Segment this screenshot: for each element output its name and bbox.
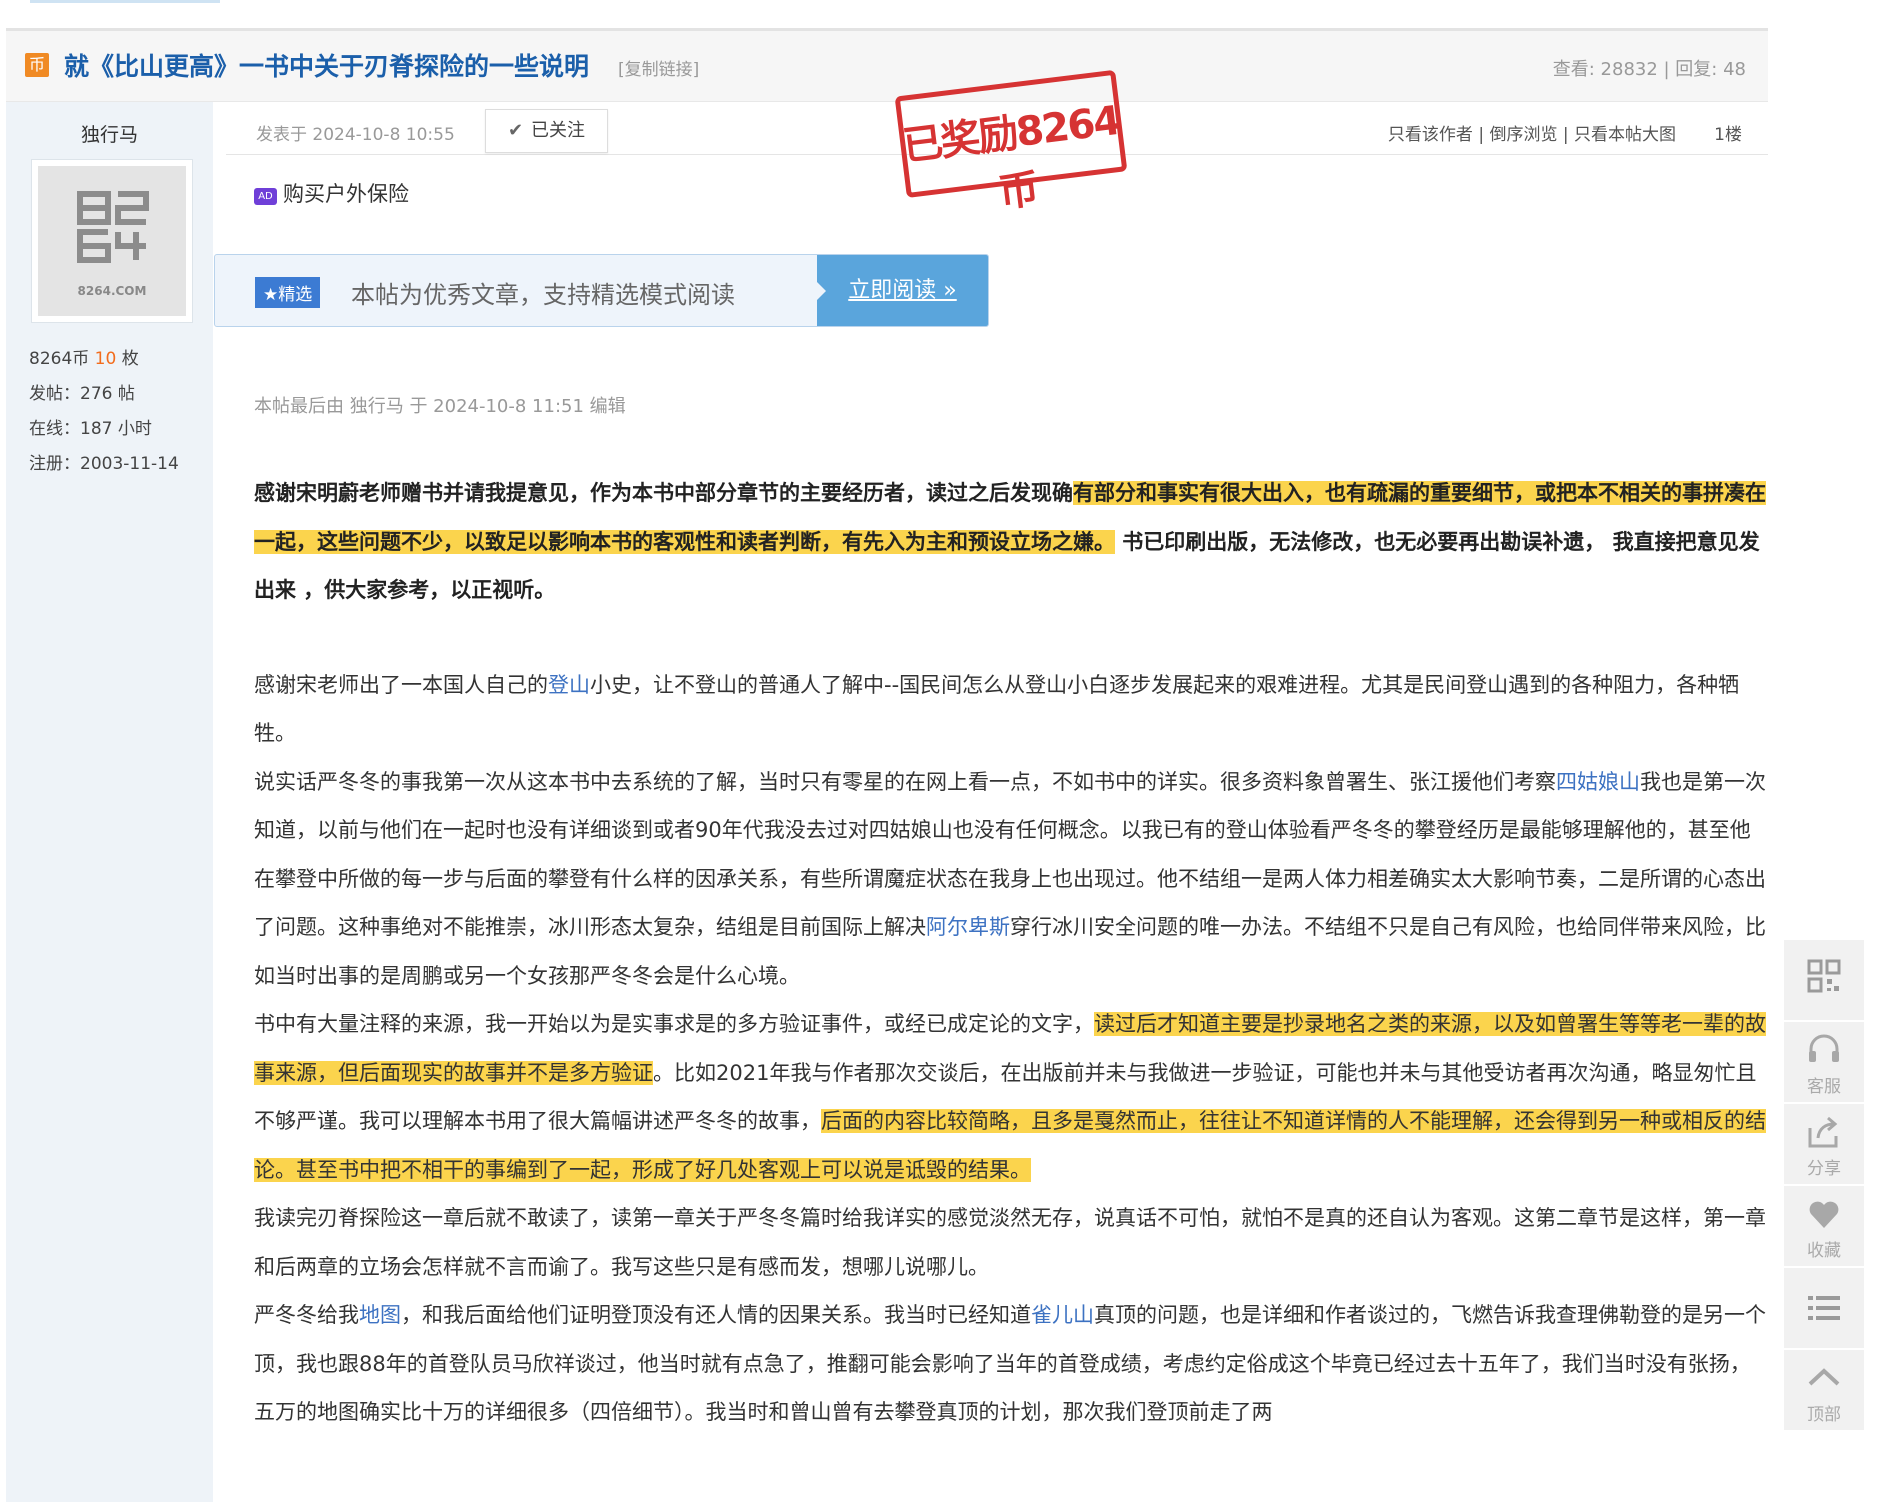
featured-text: 本帖为优秀文章，支持精选模式阅读 — [351, 281, 735, 309]
paragraph: 说实话严冬冬的事我第一次从这本书中去系统的了解，当时只有零星的在网上看一点，不如… — [254, 769, 1766, 988]
author-coins: 8264币 10 枚 — [29, 349, 139, 369]
author-registered: 注册：2003-11-14 — [29, 454, 179, 474]
featured-badge: ★精选 — [255, 277, 321, 308]
paragraph: 严冬冬给我地图，和我后面给他们证明登顶没有还人情的因果关系。我当时已经知道雀儿山… — [254, 1303, 1766, 1424]
read-button-notch — [817, 282, 826, 300]
top-label: 顶部 — [1807, 1405, 1841, 1425]
coin-icon: 币 — [25, 53, 49, 77]
favorite-button[interactable]: 收藏 — [1784, 1186, 1864, 1266]
coins-value: 10 — [94, 349, 117, 369]
keyword-link[interactable]: 地图 — [359, 1303, 401, 1327]
copy-link-button[interactable]: [复制链接] — [618, 55, 699, 80]
floor-number[interactable]: 1楼 — [1714, 120, 1742, 145]
avatar-placeholder: 8264.COM — [38, 166, 186, 316]
list-icon — [1808, 1296, 1840, 1320]
follow-button[interactable]: ✔ 已关注 — [485, 109, 608, 153]
back-to-top-button[interactable]: 顶部 — [1784, 1350, 1864, 1430]
author-sidebar: 独行马 8264.COM 8264币 10 枚 发帖：276 帖 在线：187 … — [6, 102, 213, 1502]
author-name[interactable]: 独行马 — [6, 120, 213, 147]
chevron-up-icon — [1808, 1368, 1840, 1386]
qr-code-button[interactable] — [1784, 940, 1864, 1020]
share-label: 分享 — [1807, 1159, 1841, 1179]
post-content: 感谢宋明蔚老师赠书并请我提意见，作为本书中部分章节的主要经历者，读过之后发现确有… — [254, 469, 1766, 1437]
thread-title[interactable]: 就《比山更高》一书中关于刃脊探险的一些说明 — [64, 47, 589, 83]
qr-code-icon — [1807, 959, 1841, 993]
thread-stats: 查看: 28832 | 回复: 48 — [1552, 59, 1746, 80]
favorite-label: 收藏 — [1807, 1241, 1841, 1261]
only-author-link[interactable]: 只看该作者 — [1388, 125, 1473, 145]
top-tab-indicator — [30, 0, 220, 3]
paragraph: 书中有大量注释的来源，我一开始以为是实事求是的多方验证事件，或经已成定论的文字，… — [254, 1012, 1766, 1182]
check-icon: ✔ — [507, 120, 524, 141]
share-button[interactable]: 分享 — [1784, 1104, 1864, 1184]
8264-logo-icon — [77, 191, 149, 263]
ad-badge: AD — [254, 188, 277, 205]
ad-text: 购买户外保险 — [283, 182, 409, 206]
paragraph: 感谢宋老师出了一本国人自己的登山小史，让不登山的普通人了解中--国民间怎么从登山… — [254, 672, 1740, 746]
follow-label: 已关注 — [531, 120, 586, 141]
post-date: 发表于 2024-10-8 10:55 — [256, 125, 455, 145]
author-online: 在线：187 小时 — [29, 419, 152, 439]
author-posts: 发帖：276 帖 — [29, 384, 135, 404]
edit-note: 本帖最后由 独行马 于 2024-10-8 11:51 编辑 — [254, 396, 626, 417]
keyword-link[interactable]: 雀儿山 — [1031, 1303, 1094, 1327]
reverse-order-link[interactable]: 倒序浏览 — [1489, 125, 1557, 145]
headset-icon — [1809, 1034, 1839, 1062]
keyword-link[interactable]: 阿尔卑斯 — [926, 915, 1010, 939]
post-view-links: 只看该作者 | 倒序浏览 | 只看本帖大图 — [1387, 125, 1676, 145]
keyword-link[interactable]: 四姑娘山 — [1556, 770, 1640, 794]
featured-banner: ★精选 本帖为优秀文章，支持精选模式阅读 立即阅读 » — [214, 254, 989, 327]
list-button[interactable] — [1784, 1268, 1864, 1348]
intro-paragraph: 感谢宋明蔚老师赠书并请我提意见，作为本书中部分章节的主要经历者，读过之后发现确有… — [254, 481, 1766, 602]
share-icon — [1808, 1116, 1838, 1148]
service-label: 客服 — [1807, 1077, 1841, 1097]
large-images-link[interactable]: 只看本帖大图 — [1574, 125, 1676, 145]
thread-header: 币 就《比山更高》一书中关于刃脊探险的一些说明 [复制链接] 查看: 28832… — [6, 31, 1768, 102]
paragraph: 我读完刃脊探险这一章后就不敢读了，读第一章关于严冬冬篇时给我详实的感觉淡然无存，… — [254, 1206, 1766, 1279]
author-stats: 8264币 10 枚 发帖：276 帖 在线：187 小时 注册：2003-11… — [29, 342, 179, 482]
avatar-caption: 8264.COM — [77, 284, 147, 298]
customer-service-button[interactable]: 客服 — [1784, 1022, 1864, 1102]
heart-icon — [1809, 1201, 1839, 1228]
read-now-button[interactable]: 立即阅读 » — [817, 255, 988, 326]
avatar[interactable]: 8264.COM — [31, 159, 193, 323]
ad-link[interactable]: AD 购买户外保险 — [254, 178, 409, 208]
keyword-link[interactable]: 登山 — [548, 673, 590, 697]
